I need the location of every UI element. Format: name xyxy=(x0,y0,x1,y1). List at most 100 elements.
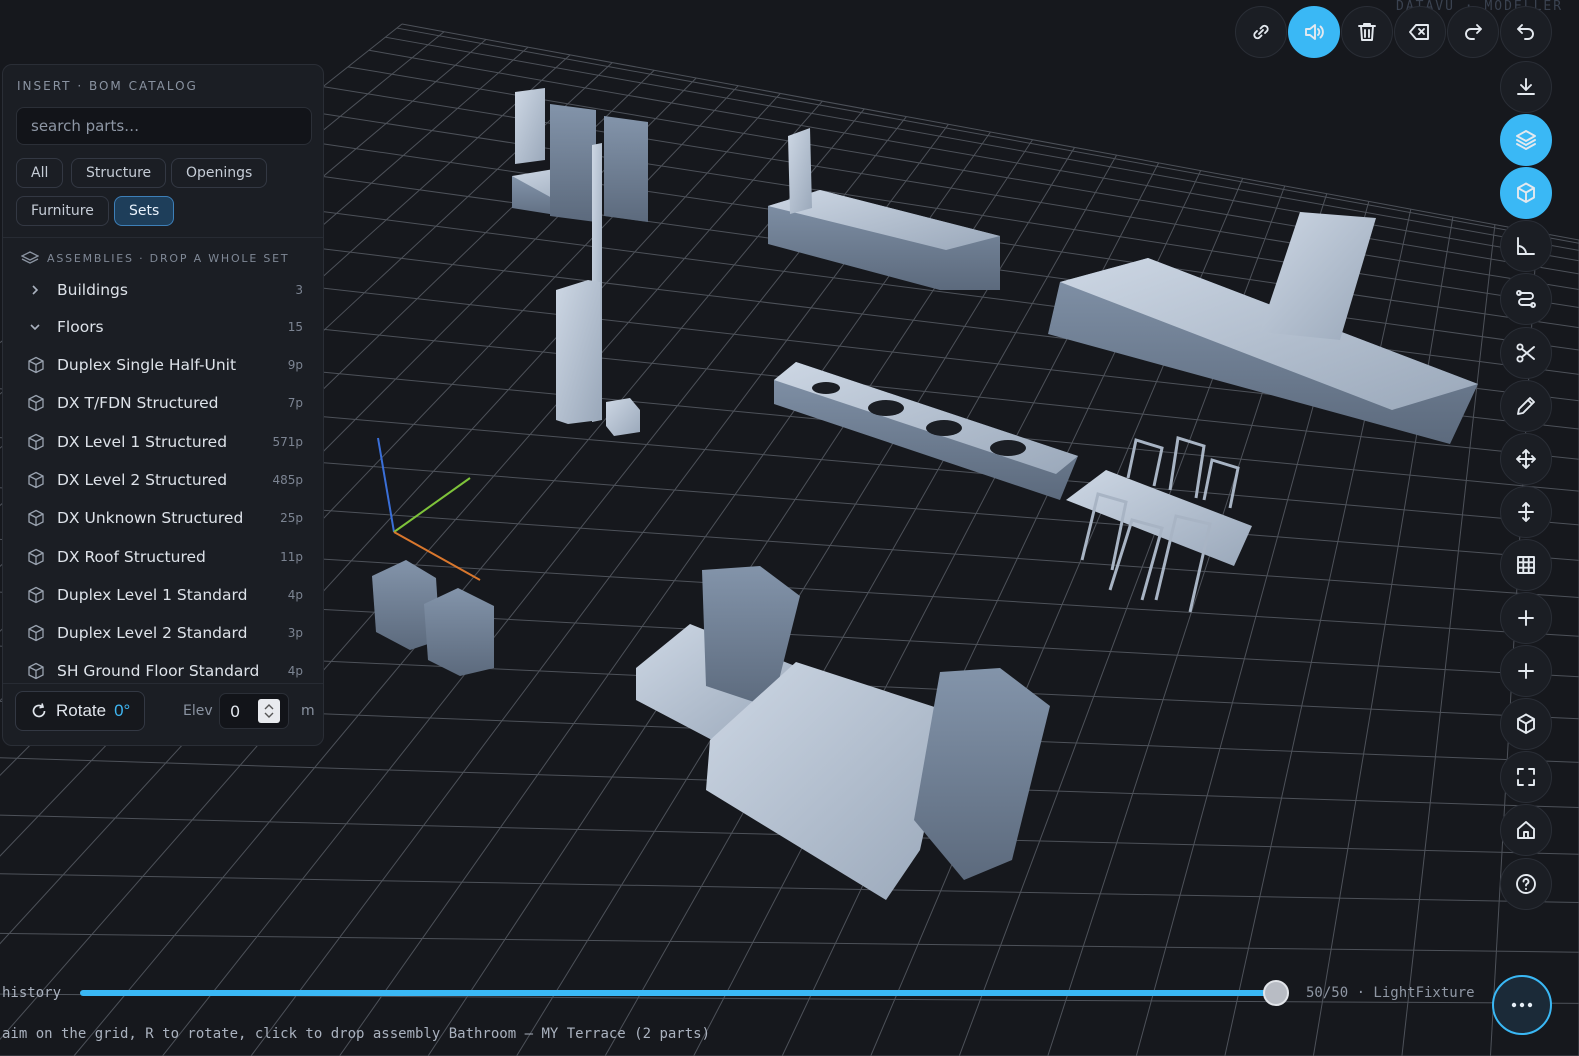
assembly-item[interactable]: Duplex Level 1 Standard 4p xyxy=(3,578,323,612)
grid-icon xyxy=(1517,555,1535,574)
assembly-item-label: Duplex Level 1 Standard xyxy=(57,585,248,604)
tree-group-buildings[interactable]: Buildings 3 xyxy=(3,273,323,307)
backspace-button[interactable] xyxy=(1394,6,1446,58)
catalog-panel: INSERT · BOM CATALOG All Structure Openi… xyxy=(2,64,324,746)
assembly-item-label: Duplex Single Half-Unit xyxy=(57,356,237,374)
link-icon xyxy=(1253,24,1269,40)
tree-group-count: 3 xyxy=(295,283,303,297)
vertical-move-button[interactable] xyxy=(1500,485,1552,538)
rotate-label: Rotate xyxy=(56,701,107,720)
elevation-input[interactable]: 0 xyxy=(219,693,289,729)
backspace-icon xyxy=(1409,24,1429,40)
model-cabinet-tall-3 xyxy=(604,116,648,222)
elevation-unit: m xyxy=(301,703,315,719)
move-icon xyxy=(1516,448,1536,469)
assemblies-label: ASSEMBLIES · DROP A WHOLE SET xyxy=(47,251,290,265)
angle-button[interactable] xyxy=(1500,220,1552,273)
chevron-right-icon xyxy=(29,284,43,296)
assembly-item[interactable]: DX Level 1 Structured 571p xyxy=(3,425,323,459)
layers-icon xyxy=(1516,130,1536,151)
assembly-item-count: 7p xyxy=(287,396,303,411)
rotate-button[interactable]: Rotate 0° xyxy=(15,691,145,731)
model-door xyxy=(556,280,600,424)
cube-icon xyxy=(27,624,45,642)
cube-icon xyxy=(27,586,45,604)
assembly-item-count: 9p xyxy=(287,358,303,372)
layers-button[interactable] xyxy=(1500,114,1552,167)
tree-group-floors[interactable]: Floors 15 xyxy=(3,310,323,344)
chevron-down-icon xyxy=(29,321,43,333)
history-count: 50/50 · LightFixture xyxy=(1306,985,1475,1001)
model-cabinet-tall xyxy=(515,88,545,164)
more-button[interactable] xyxy=(1492,975,1552,1035)
assembly-item[interactable]: DX T/FDN Structured 7p xyxy=(3,386,323,420)
help-icon xyxy=(1516,873,1536,894)
cube-icon xyxy=(27,548,45,566)
route-button[interactable] xyxy=(1500,273,1552,326)
fullscreen-button[interactable] xyxy=(1500,751,1552,804)
undo-button[interactable] xyxy=(1500,6,1552,58)
cube-icon xyxy=(27,433,45,451)
move-button[interactable] xyxy=(1500,432,1552,485)
box-button[interactable] xyxy=(1500,167,1552,220)
cube-button[interactable] xyxy=(1500,698,1552,751)
help-button[interactable] xyxy=(1500,857,1552,910)
trash-icon xyxy=(1358,23,1376,41)
link-button[interactable] xyxy=(1235,6,1287,58)
cube-icon xyxy=(27,662,45,680)
filter-structure[interactable]: Structure xyxy=(71,158,167,188)
cube-icon xyxy=(27,356,45,374)
assembly-item-count: 4p xyxy=(287,664,303,679)
rotate-icon xyxy=(32,703,46,718)
elevation-stepper[interactable] xyxy=(258,699,280,723)
assembly-item-label: SH Ground Floor Standard xyxy=(57,662,260,681)
tree-group-label: Floors xyxy=(57,318,104,336)
model-dining-table xyxy=(1066,470,1252,566)
history-slider-thumb[interactable] xyxy=(1263,980,1289,1006)
assembly-item-count: 11p xyxy=(280,549,303,564)
filter-sets[interactable]: Sets xyxy=(114,196,175,226)
assembly-item[interactable]: DX Roof Structured 11p xyxy=(3,540,323,574)
home-button[interactable] xyxy=(1500,804,1552,857)
model-cabinet-tall-2 xyxy=(550,104,596,222)
history-slider-track[interactable] xyxy=(80,990,1276,996)
scissors-button[interactable] xyxy=(1500,326,1552,379)
filter-openings[interactable]: Openings xyxy=(171,158,268,188)
pencil-icon xyxy=(1517,396,1535,415)
filter-furniture[interactable]: Furniture xyxy=(16,196,109,226)
tree-group-count: 15 xyxy=(287,320,303,334)
status-hint: aim on the grid, R to rotate, click to d… xyxy=(2,1026,711,1042)
panel-title: INSERT · BOM CATALOG xyxy=(17,79,198,93)
download-button[interactable] xyxy=(1500,61,1552,113)
plus-button[interactable] xyxy=(1500,592,1552,644)
scene-objects xyxy=(372,88,1478,900)
plus-icon xyxy=(1518,663,1534,680)
filter-all[interactable]: All xyxy=(16,158,64,188)
grid-button[interactable] xyxy=(1500,538,1552,591)
search-input[interactable] xyxy=(16,107,312,145)
assembly-item[interactable]: Duplex Level 2 Standard 3p xyxy=(3,616,323,650)
stepper-icon xyxy=(264,704,274,718)
pencil-button[interactable] xyxy=(1500,379,1552,432)
route-icon xyxy=(1516,290,1536,309)
redo-button[interactable] xyxy=(1447,6,1499,58)
assembly-item-count: 571p xyxy=(272,434,303,449)
assembly-item-count: 25p xyxy=(280,511,303,526)
model-box xyxy=(606,398,640,436)
elevation-label: Elev xyxy=(183,703,213,719)
assembly-item-count: 3p xyxy=(287,626,303,641)
assembly-item-count: 485p xyxy=(272,472,303,487)
cube-icon xyxy=(27,471,45,489)
plus-button[interactable] xyxy=(1500,645,1552,698)
assembly-item[interactable]: DX Unknown Structured 25p xyxy=(3,501,323,535)
cube-icon xyxy=(27,394,45,412)
assembly-item[interactable]: DX Level 2 Structured 485p xyxy=(3,463,323,497)
rotate-value: 0° xyxy=(114,701,131,720)
trash-button[interactable] xyxy=(1341,6,1393,58)
model-headboard xyxy=(788,128,812,214)
angle-icon xyxy=(1517,237,1535,256)
assembly-item[interactable]: Duplex Single Half-Unit 9p xyxy=(3,348,323,382)
speaker-button[interactable] xyxy=(1288,6,1340,58)
assembly-item-count: 4p xyxy=(287,587,303,602)
assemblies-header: ASSEMBLIES · DROP A WHOLE SET xyxy=(21,251,289,265)
